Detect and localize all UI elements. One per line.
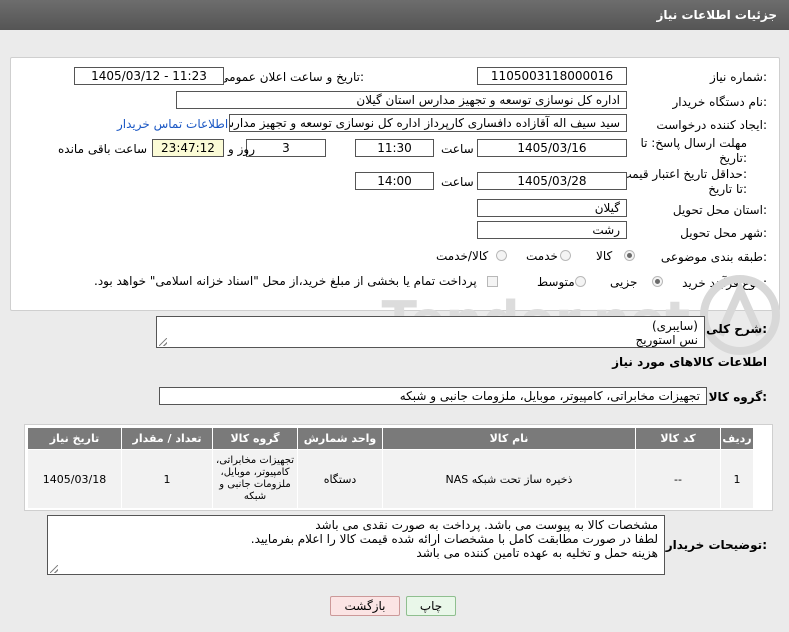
category-service-label: خدمت: [526, 249, 558, 263]
days-label: روز و: [228, 142, 255, 156]
creator-label: ایجاد کننده درخواست:: [656, 118, 767, 132]
reply-date-field: 1405/03/16: [477, 139, 627, 157]
buyer-org-label: نام دستگاه خریدار:: [672, 95, 768, 109]
goods-group-field: تجهیزات مخابراتی، کامپیوتر، موبایل، ملزو…: [159, 387, 707, 405]
validity-date-field: 1405/03/28: [477, 172, 627, 190]
reply-deadline-label: مهلت ارسال پاسخ: تا: [640, 136, 747, 150]
resize-handle-icon[interactable]: [159, 338, 167, 346]
buyer-notes-label: توضیحات خریدار:: [665, 538, 767, 552]
process-minor-radio[interactable]: [652, 276, 663, 287]
category-service-radio[interactable]: [560, 250, 571, 261]
resize-handle-icon[interactable]: [50, 565, 58, 573]
treasury-docs-checkbox[interactable]: [487, 276, 498, 287]
validity-time-field: 14:00: [355, 172, 434, 190]
buyer-notes-textarea[interactable]: مشخصات کالا به پیوست می باشد. پرداخت به …: [47, 515, 665, 575]
col-header-date: تاریخ نیاز: [27, 427, 122, 450]
remaining-days-field: 3: [246, 139, 326, 157]
col-header-unit: واحد شمارش: [297, 427, 383, 450]
goods-section-title: اطلاعات کالاهای مورد نیاز: [612, 355, 767, 369]
city-label: شهر محل تحویل:: [680, 226, 767, 240]
process-medium-label: متوسط: [537, 275, 575, 289]
goods-table-container: ردیف کد کالا نام کالا واحد شمارش گروه کا…: [24, 424, 773, 511]
buyer-contact-link[interactable]: اطلاعات تماس خریدار: [117, 117, 228, 131]
remaining-time-label: ساعت باقی مانده: [58, 142, 148, 156]
cell-unit: دستگاه: [297, 449, 383, 509]
price-validity-date-label: تا تاریخ:: [708, 182, 747, 196]
summary-line-1: (سایبری): [651, 319, 698, 333]
summary-line-2: نس استوریج: [635, 333, 698, 347]
goods-group-label: گروه کالا:: [708, 390, 767, 404]
payment-note: پرداخت تمام یا بخشی از مبلغ خرید،از محل …: [94, 274, 477, 288]
reply-time-label: ساعت: [441, 142, 474, 156]
page-title: جزئیات اطلاعات نیاز: [656, 8, 777, 22]
announce-datetime-field: 1405/03/12 - 11:23: [74, 67, 224, 85]
cell-name: ذخیره ساز تحت شبکه NAS: [382, 449, 636, 509]
cell-qty: 1: [121, 449, 213, 509]
province-label: استان محل تحویل:: [672, 203, 767, 217]
need-number-label: شماره نیاز:: [709, 70, 767, 84]
title-bar: جزئیات اطلاعات نیاز: [0, 0, 789, 30]
process-type-label: نوع فرآیند خرید :: [682, 276, 767, 290]
price-validity-label: حداقل تاریخ اعتبار قیمت:: [620, 167, 747, 181]
print-button[interactable]: چاپ: [406, 596, 456, 616]
col-header-qty: تعداد / مقدار: [121, 427, 213, 450]
col-header-group: گروه کالا: [212, 427, 298, 450]
validity-time-label: ساعت: [441, 175, 474, 189]
summary-textarea[interactable]: (سایبری) نس استوریج: [156, 316, 705, 348]
col-header-name: نام کالا: [382, 427, 636, 450]
buyer-notes-line-3: هزینه حمل و تخلیه به عهده تامین کننده می…: [416, 546, 658, 560]
remaining-time-field: 23:47:12: [152, 139, 224, 157]
cell-code: --: [635, 449, 721, 509]
reply-deadline-date-label: تاریخ:: [719, 151, 747, 165]
goods-table: ردیف کد کالا نام کالا واحد شمارش گروه کا…: [27, 427, 754, 509]
category-goods-service-radio[interactable]: [496, 250, 507, 261]
category-goods-label: کالا: [596, 249, 613, 263]
reply-time-field: 11:30: [355, 139, 434, 157]
process-minor-label: جزیی: [610, 275, 638, 289]
category-label: طبقه بندی موضوعی:: [660, 250, 767, 264]
table-row: 1 -- ذخیره ساز تحت شبکه NAS دستگاه تجهیز…: [27, 449, 754, 509]
back-button[interactable]: بازگشت: [330, 596, 400, 616]
buyer-notes-line-2: لطفا در صورت مطابقت کامل با مشخصات ارائه…: [250, 532, 658, 546]
need-number-field: 1105003118000016: [477, 67, 627, 85]
buyer-notes-line-1: مشخصات کالا به پیوست می باشد. پرداخت به …: [315, 518, 658, 532]
process-medium-radio[interactable]: [575, 276, 586, 287]
col-header-row: ردیف: [720, 427, 754, 450]
buyer-org-field: اداره کل نوسازی توسعه و تجهیز مدارس استا…: [176, 91, 627, 109]
city-field: رشت: [477, 221, 627, 239]
cell-date: 1405/03/18: [27, 449, 122, 509]
announce-datetime-label: تاریخ و ساعت اعلان عمومی:: [219, 70, 364, 84]
category-goods-radio[interactable]: [624, 250, 635, 261]
province-field: گیلان: [477, 199, 627, 217]
category-goods-service-label: کالا/خدمت: [436, 249, 489, 263]
cell-row: 1: [720, 449, 754, 509]
col-header-code: کد کالا: [635, 427, 721, 450]
cell-group: تجهیزات مخابراتی، کامپیوتر، موبایل، ملزو…: [212, 449, 298, 509]
creator-field: سید سیف اله آقازاده دافساری کارپرداز ادا…: [229, 114, 627, 132]
